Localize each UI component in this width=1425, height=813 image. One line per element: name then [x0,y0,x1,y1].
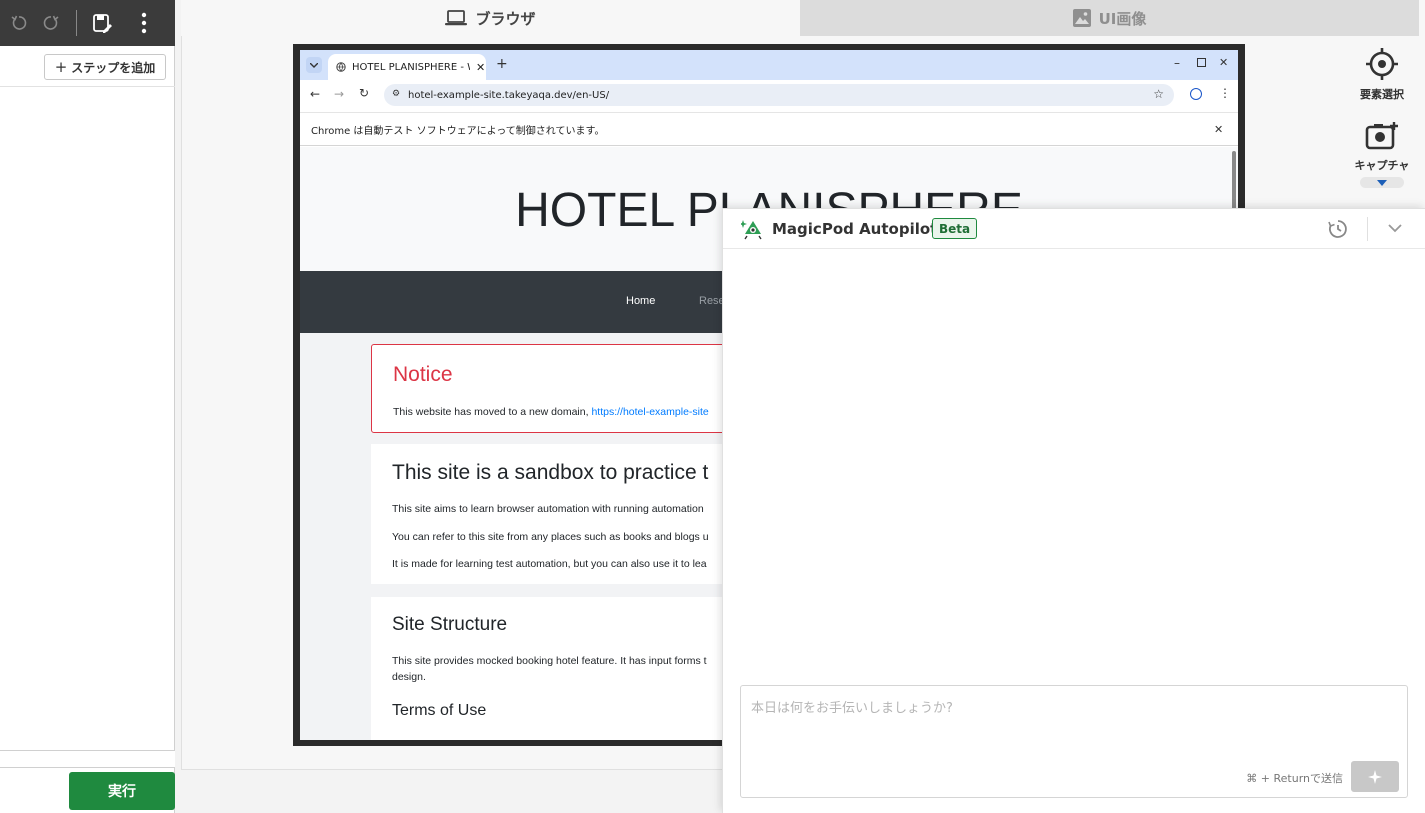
element-select-tool[interactable]: 要素選択 [1348,47,1416,102]
autopilot-logo-icon [741,220,762,240]
site-info-icon[interactable]: ⚙ [392,89,400,99]
infobar-close-icon[interactable]: ✕ [1214,123,1223,136]
steps-panel: + ステップを追加 [0,0,175,813]
chrome-tab-title: HOTEL PLANISPHERE - We [352,61,470,73]
tab-ui-image[interactable]: UI画像 [800,0,1419,36]
save-edit-icon[interactable] [90,11,114,35]
autopilot-prompt-input[interactable] [742,687,1406,757]
send-button[interactable] [1351,761,1399,792]
crosshair-icon [1366,48,1398,80]
bookmark-star-icon[interactable]: ☆ [1153,87,1164,101]
element-select-label: 要素選択 [1360,88,1404,101]
notice-text-body: This website has moved to a new domain, [393,406,592,418]
divider [0,86,175,87]
autopilot-panel: MagicPod Autopilot Beta ⌘ + Returnで送信 [722,208,1425,813]
sandbox-paragraph-3: It is made for learning test automation,… [392,558,707,570]
header-separator [1367,217,1368,241]
chrome-tab[interactable]: HOTEL PLANISPHERE - We ✕ [328,54,486,80]
undo-icon[interactable] [7,11,31,35]
redo-icon[interactable] [39,11,63,35]
sandbox-title: This site is a sandbox to practice t [392,461,709,484]
sparkle-icon [1368,769,1382,784]
more-menu-icon[interactable] [132,11,156,35]
add-step-label: ステップを追加 [71,60,156,75]
automation-notice-text: Chrome は自動テスト ソフトウェアによって制御されています。 [311,125,605,137]
tab-ui-image-label: UI画像 [1098,9,1147,28]
chrome-toolbar: ← → ↻ ⚙ hotel-example-site.takeyaqa.dev/… [300,80,1238,110]
collapse-chevron-icon[interactable] [1388,224,1402,233]
forward-icon[interactable]: → [334,87,344,101]
send-shortcut-hint: ⌘ + Returnで送信 [1246,772,1343,785]
plus-icon: + [54,58,68,76]
history-icon[interactable] [1328,219,1348,239]
autopilot-input-box: ⌘ + Returnで送信 [740,685,1408,798]
beta-badge: Beta [932,218,977,239]
run-button[interactable]: 実行 [69,772,175,810]
terms-title: Terms of Use [392,702,487,719]
chrome-tabstrip: HOTEL PLANISPHERE - We ✕ + – ✕ [300,50,1238,80]
back-icon[interactable]: ← [310,87,320,101]
reload-icon[interactable]: ↻ [359,86,369,100]
globe-icon [336,62,346,72]
steps-footer-bar [0,750,175,768]
steps-toolbar [0,0,175,46]
caret-down-icon [1377,179,1387,186]
page-scrollbar[interactable] [1232,151,1236,211]
structure-paragraph-2: design. [392,671,426,683]
capture-label: キャプチャ [1354,159,1410,172]
new-tab-icon[interactable]: + [496,56,508,72]
structure-paragraph-1: This site provides mocked booking hotel … [392,655,707,667]
close-window-icon[interactable]: ✕ [1219,56,1228,69]
tab-browser-label: ブラウザ [475,9,536,28]
restore-icon[interactable] [1197,58,1206,67]
automation-infobar: Chrome は自動テスト ソフトウェアによって制御されています。 ✕ [300,112,1238,146]
chrome-menu-icon[interactable]: ⋮ [1219,86,1231,100]
notice-link[interactable]: https://hotel-example-site [591,406,708,418]
camera-add-icon [1365,122,1398,150]
close-tab-icon[interactable]: ✕ [476,61,485,74]
url-text: hotel-example-site.takeyaqa.dev/en-US/ [408,89,610,101]
address-bar[interactable]: ⚙ hotel-example-site.takeyaqa.dev/en-US/… [384,84,1174,106]
structure-title: Site Structure [392,614,508,635]
add-step-button[interactable]: + ステップを追加 [44,54,166,80]
tab-search-icon[interactable] [306,57,322,73]
autopilot-header: MagicPod Autopilot Beta [723,209,1425,249]
sandbox-paragraph-1: This site aims to learn browser automati… [392,503,704,515]
capture-options-dropdown[interactable] [1360,177,1404,188]
tab-browser[interactable]: ブラウザ [181,0,800,36]
profile-icon[interactable] [1190,88,1202,100]
laptop-icon [445,10,468,26]
toolbar-separator [76,10,77,36]
nav-home-link[interactable]: Home [626,295,655,307]
nav-reserve-link[interactable]: Rese [699,295,725,307]
minimize-icon[interactable]: – [1174,56,1180,70]
sandbox-paragraph-2: You can refer to this site from any plac… [392,531,709,543]
image-icon [1072,9,1091,27]
notice-title: Notice [393,363,453,386]
autopilot-title: MagicPod Autopilot [772,220,938,238]
notice-text: This website has moved to a new domain, … [393,406,709,418]
capture-tool[interactable]: キャプチャ [1348,121,1416,173]
